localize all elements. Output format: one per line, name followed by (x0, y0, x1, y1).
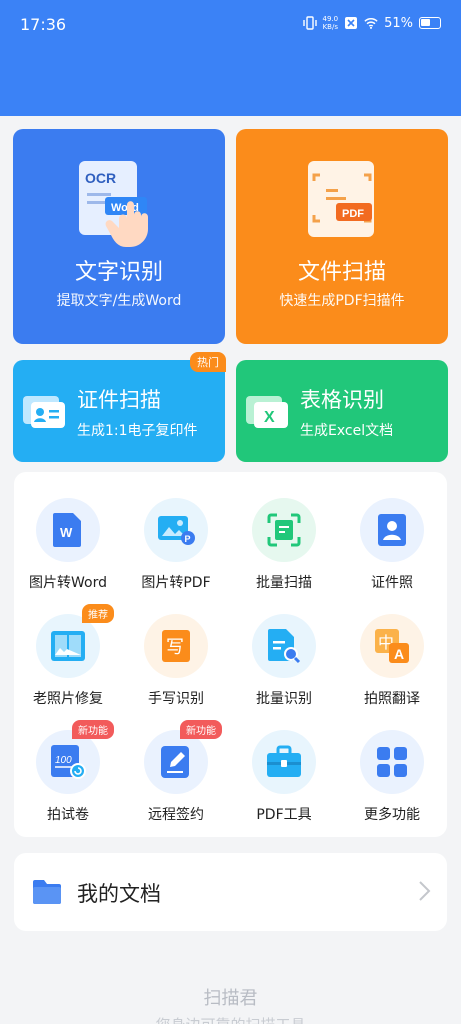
vibrate-icon (302, 16, 317, 30)
svg-text:PDF: PDF (342, 208, 364, 220)
tool-label: 图片转PDF (141, 575, 211, 591)
footer-brand: 扫描君 (203, 988, 258, 1009)
translate-icon: 中A (360, 614, 424, 678)
svg-text:A: A (394, 646, 404, 662)
tool-exam-paper[interactable]: 新功能 100 拍试卷 (14, 720, 122, 824)
chevron-right-icon (419, 881, 431, 901)
hot-badge: 热门 (190, 352, 226, 372)
svg-text:Word: Word (111, 202, 139, 214)
svg-text:W: W (60, 525, 73, 540)
grid-more-icon (360, 730, 424, 794)
tools-grid: W 图片转Word P 图片转PDF 批量扫描 证件照 推荐 老照片修复 写 手… (14, 472, 447, 837)
battery-icon (419, 17, 441, 29)
status-bar: 17:36 49.0 KB/s 51% (0, 0, 461, 50)
svg-text:X: X (264, 409, 275, 426)
tool-image-to-word[interactable]: W 图片转Word (14, 498, 122, 592)
status-icons: 49.0 KB/s 51% (302, 15, 441, 31)
pen-sign-icon: 新功能 (144, 720, 222, 794)
id-photo-icon (360, 498, 424, 562)
battery-percent: 51% (384, 15, 413, 31)
excel-icon: X (246, 396, 288, 428)
notification-icon (345, 17, 358, 29)
file-scan-card-subtitle: 快速生成PDF扫描件 (279, 293, 405, 309)
tool-label: 批量扫描 (256, 575, 312, 591)
tool-batch-recognize[interactable]: 批量识别 (230, 614, 338, 708)
ocr-card[interactable]: OCR Word 文字识别 提取文字/生成Word (13, 129, 225, 344)
tool-label: 拍照翻译 (364, 691, 420, 707)
ocr-card-title: 文字识别 (74, 260, 163, 285)
tool-photo-translate[interactable]: 中A 拍照翻译 (338, 614, 446, 708)
my-documents-row[interactable]: 我的文档 (14, 853, 447, 931)
tool-label: 图片转Word (29, 575, 107, 591)
main-content: OCR Word 文字识别 提取文字/生成Word PDF 文件扫描 快速生成P… (0, 116, 461, 1024)
tool-label: 手写识别 (148, 691, 204, 707)
table-recognize-card[interactable]: X 表格识别 生成Excel文档 (236, 360, 448, 462)
tool-handwriting[interactable]: 写 手写识别 (122, 614, 230, 708)
new-feature-badge: 新功能 (180, 720, 222, 739)
svg-text:写: 写 (166, 637, 184, 658)
wifi-icon (364, 18, 378, 29)
image-pdf-icon: P (144, 498, 208, 562)
batch-scan-icon (252, 498, 316, 562)
tool-remote-sign[interactable]: 新功能 远程签约 (122, 720, 230, 824)
tool-more[interactable]: 更多功能 (338, 730, 446, 824)
tool-label: 老照片修复 (33, 691, 103, 707)
batch-recognize-icon (252, 614, 316, 678)
svg-text:OCR: OCR (85, 170, 116, 186)
handwriting-icon: 写 (144, 614, 208, 678)
id-scan-card-title: 证件扫描 (77, 388, 161, 412)
tool-old-photo-restore[interactable]: 推荐 老照片修复 (14, 604, 122, 708)
tool-pdf-tools[interactable]: PDF工具 (230, 730, 338, 824)
table-recognize-card-title: 表格识别 (300, 388, 384, 412)
new-feature-badge: 新功能 (72, 720, 114, 739)
id-scan-card-subtitle: 生成1:1电子复印件 (77, 423, 198, 439)
tool-label: 证件照 (371, 575, 413, 591)
tool-label: 更多功能 (364, 807, 420, 823)
ocr-word-icon: OCR Word (79, 161, 148, 247)
tool-image-to-pdf[interactable]: P 图片转PDF (122, 498, 230, 592)
exam-paper-icon: 新功能 100 (36, 720, 114, 794)
tool-label: 批量识别 (256, 691, 312, 707)
word-doc-icon: W (36, 498, 100, 562)
ocr-card-subtitle: 提取文字/生成Word (56, 293, 182, 309)
table-recognize-card-subtitle: 生成Excel文档 (300, 423, 394, 439)
file-scan-card[interactable]: PDF 文件扫描 快速生成PDF扫描件 (236, 129, 448, 344)
tool-label: 拍试卷 (47, 807, 89, 823)
network-speed: 49.0 KB/s (322, 15, 339, 31)
status-time: 17:36 (20, 15, 67, 34)
svg-text:P: P (185, 534, 191, 544)
svg-text:100: 100 (55, 755, 72, 766)
tool-label: PDF工具 (256, 807, 312, 823)
folder-icon (33, 880, 61, 904)
id-card-icon (23, 396, 65, 428)
top-header: 17:36 49.0 KB/s 51% (0, 0, 461, 116)
tool-id-photo[interactable]: 证件照 (338, 498, 446, 592)
id-scan-card[interactable]: 热门 证件扫描 生成1:1电子复印件 (13, 352, 226, 462)
toolbox-icon (252, 730, 316, 794)
my-documents-title: 我的文档 (77, 882, 161, 906)
tool-batch-scan[interactable]: 批量扫描 (230, 498, 338, 592)
file-scan-card-title: 文件扫描 (297, 260, 386, 285)
footer-slogan: 您身边可靠的扫描工具 (0, 1014, 461, 1024)
tool-label: 远程签约 (148, 807, 204, 823)
photo-restore-icon: 推荐 (36, 604, 114, 678)
recommend-badge: 推荐 (82, 604, 114, 623)
pdf-scan-icon: PDF (308, 161, 374, 237)
